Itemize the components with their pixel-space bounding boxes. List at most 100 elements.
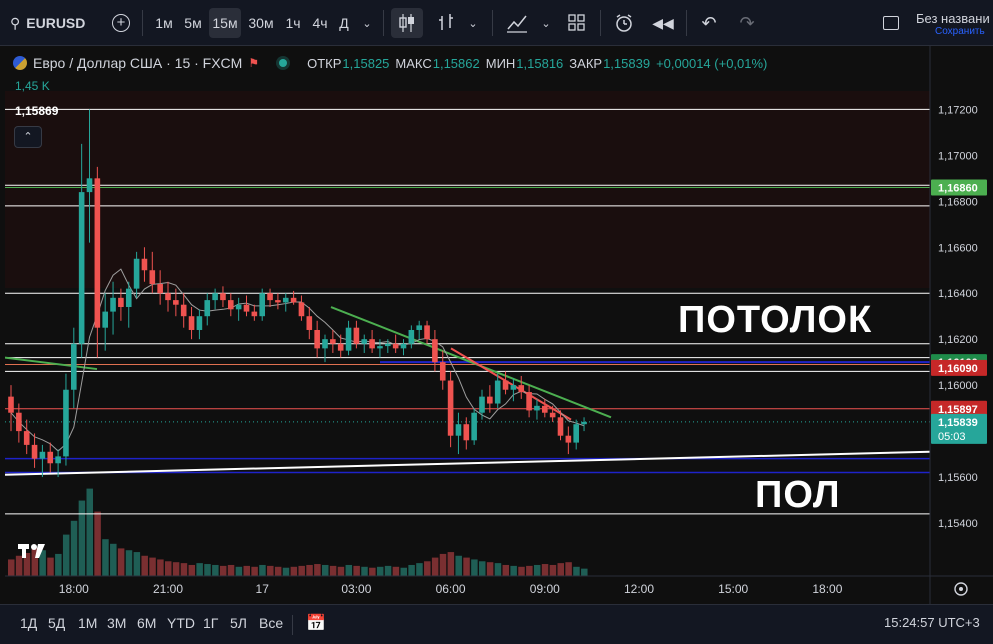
chart-type-dropdown[interactable]: ⌄ xyxy=(463,8,483,38)
volume-bar xyxy=(196,563,203,576)
range-5d[interactable]: 5Д xyxy=(48,615,65,631)
range-1y[interactable]: 1Г xyxy=(203,615,218,631)
undo-icon: ↶ xyxy=(701,12,717,33)
candles-icon xyxy=(399,14,414,32)
volume-bar xyxy=(306,564,313,576)
interval-30m[interactable]: 30м xyxy=(245,8,277,38)
candle-body xyxy=(369,339,375,349)
candle-body xyxy=(510,385,517,390)
layouts-button[interactable] xyxy=(562,8,592,38)
volume-bar xyxy=(510,565,517,576)
volume-bar xyxy=(165,561,172,576)
compare-add-button[interactable]: + xyxy=(108,8,134,38)
indicators-button[interactable] xyxy=(500,8,534,38)
collapse-legend-button[interactable]: ⌃ xyxy=(14,126,42,148)
interval-5m[interactable]: 5м xyxy=(179,8,207,38)
low-label: МИН xyxy=(485,55,516,71)
divider xyxy=(383,10,384,36)
candle-body xyxy=(71,343,77,390)
price-tick-label: 1,16800 xyxy=(938,196,978,208)
volume-bar xyxy=(353,565,360,576)
volume-bar xyxy=(55,553,62,576)
interval-4h[interactable]: 4ч xyxy=(307,8,333,38)
candle-body xyxy=(31,444,38,459)
candle-body xyxy=(133,258,140,289)
divider xyxy=(292,615,293,635)
candle-body xyxy=(118,297,124,308)
candle-body xyxy=(157,284,163,294)
interval-15m[interactable]: 15м xyxy=(209,8,241,38)
candle-body xyxy=(361,339,368,344)
candle-body xyxy=(549,412,556,418)
volume-bar xyxy=(204,564,211,576)
range-1m[interactable]: 1М xyxy=(78,615,97,631)
volume-bar xyxy=(94,511,101,576)
candle-body xyxy=(471,412,477,441)
candle-body xyxy=(408,329,415,344)
volume-bar xyxy=(471,559,478,576)
indicators-dropdown[interactable]: ⌄ xyxy=(536,8,556,38)
range-3m[interactable]: 3М xyxy=(107,615,126,631)
candle-body xyxy=(173,300,179,305)
volume-bar xyxy=(479,561,486,576)
flag-icon[interactable]: ⚑ xyxy=(248,56,259,70)
replay-button[interactable]: ◀◀ xyxy=(648,8,678,38)
search-icon: ⚲ xyxy=(10,14,21,31)
price-tick-label: 1,17200 xyxy=(938,104,978,116)
interval-dropdown[interactable]: ⌄ xyxy=(357,8,377,38)
candle-body xyxy=(424,325,430,340)
high-label: МАКС xyxy=(395,55,432,71)
volume-bar xyxy=(518,566,525,576)
alert-button[interactable] xyxy=(608,8,640,38)
candle-body xyxy=(392,343,399,349)
interval-label: 15м xyxy=(212,15,238,31)
volume-bar xyxy=(298,565,305,576)
volume-bar xyxy=(251,566,258,576)
range-5y[interactable]: 5Л xyxy=(230,615,247,631)
symbol-search-button[interactable]: ⚲ EURUSD xyxy=(10,8,90,38)
volume-bar xyxy=(455,555,462,576)
candle-body xyxy=(542,405,548,413)
candle-body xyxy=(565,435,572,443)
volume-bar xyxy=(314,564,321,576)
indicators-icon xyxy=(507,15,527,33)
time-tick-label: 09:00 xyxy=(530,582,560,596)
clock-timezone[interactable]: 15:24:57 UTC+3 xyxy=(884,615,980,630)
goto-date-icon[interactable]: 📅 xyxy=(306,613,326,633)
time-tick-label: 21:00 xyxy=(153,582,183,596)
time-tick-label: 03:00 xyxy=(341,582,371,596)
range-ytd[interactable]: YTD xyxy=(167,615,195,631)
chevron-down-icon: ⌄ xyxy=(362,17,372,30)
price-tag-orange: 1,16090 xyxy=(931,359,987,376)
candle-body xyxy=(337,343,344,351)
price-tick-label: 1,15400 xyxy=(938,518,978,530)
interval-1h[interactable]: 1ч xyxy=(280,8,306,38)
cursor-price-label: 1,15869 xyxy=(15,104,59,118)
price-tick-label: 1,16000 xyxy=(938,380,978,392)
price-tick-label: 1,17000 xyxy=(938,150,978,162)
bars-chart-type-button[interactable] xyxy=(432,8,460,38)
candle-body xyxy=(463,424,470,441)
range-all[interactable]: Все xyxy=(259,615,283,631)
candles-chart-type-button[interactable] xyxy=(391,8,423,38)
rewind-icon: ◀◀ xyxy=(652,14,674,31)
volume-bar xyxy=(424,561,431,576)
candle-body xyxy=(86,178,93,193)
candle-body xyxy=(165,293,171,301)
volume-bar xyxy=(70,520,78,576)
range-1d[interactable]: 1Д xyxy=(20,615,37,631)
redo-button[interactable]: ↷ xyxy=(732,8,762,38)
chart-area[interactable]: 1,17200 1,17000 1,16800 1,16600 1,16400 1,162… xyxy=(4,46,993,604)
candle-body xyxy=(290,297,297,303)
volume-bar xyxy=(392,566,400,576)
volume-bar xyxy=(526,565,533,576)
price-chart[interactable]: 1,17200 1,17000 1,16800 1,16600 1,16400 1,162… xyxy=(4,46,993,604)
layout-name-button[interactable]: Без названи Сохранить xyxy=(916,11,993,37)
interval-1d[interactable]: Д xyxy=(333,8,355,38)
undo-button[interactable]: ↶ xyxy=(694,8,724,38)
interval-1m[interactable]: 1м xyxy=(150,8,178,38)
layout-menu-button[interactable] xyxy=(880,8,902,38)
time-tick-label: 15:00 xyxy=(718,582,748,596)
range-6m[interactable]: 6М xyxy=(137,615,156,631)
price-tick-label: 1,15600 xyxy=(938,472,978,484)
